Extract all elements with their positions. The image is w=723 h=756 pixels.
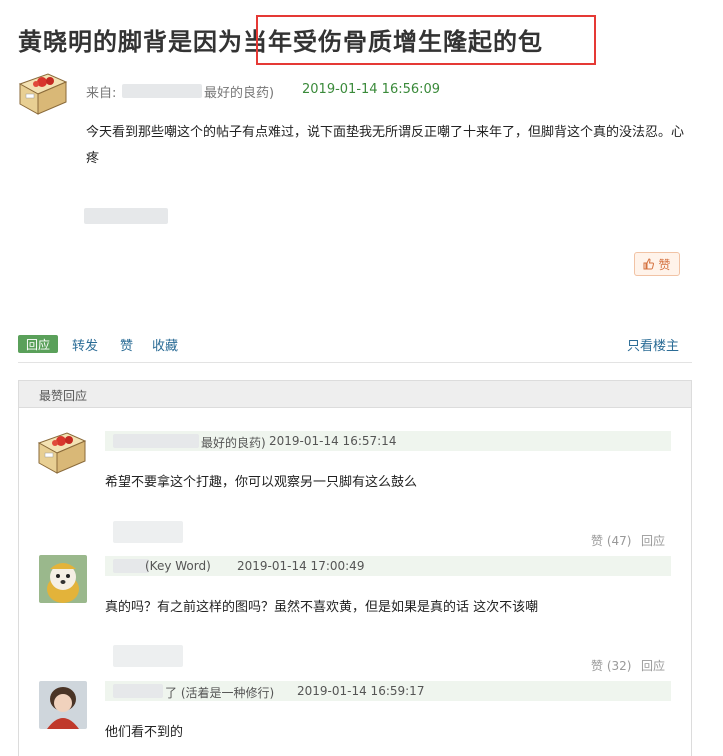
comment-reply-link[interactable]: 回应 <box>641 657 665 674</box>
thumbs-up-icon <box>643 258 655 270</box>
dog-avatar-icon <box>39 555 87 603</box>
comment-likes[interactable]: 赞 (32) <box>591 657 631 674</box>
post-title-prefix: 黄晓明的脚背是因为 <box>18 27 243 56</box>
commenter-name[interactable]: 最好的良药) <box>201 434 266 451</box>
op-avatar[interactable] <box>18 72 68 116</box>
child-avatar-icon <box>39 681 87 729</box>
commenter-avatar[interactable] <box>39 555 87 603</box>
comment-text: 他们看不到的 <box>105 725 184 740</box>
commenter-name[interactable]: 了 (活着是一种修行) <box>165 684 274 701</box>
from-label: 来自: <box>86 86 117 101</box>
forward-link[interactable]: 转发 <box>72 335 98 354</box>
commenter-avatar[interactable] <box>37 431 87 475</box>
reply-button[interactable]: 回应 <box>18 335 58 353</box>
blurred-username <box>113 559 149 573</box>
divider <box>18 362 692 363</box>
commenter-avatar[interactable] <box>39 681 87 729</box>
post-source: 来自: <box>86 82 116 101</box>
hot-replies-panel: 最赞回应 最好的良药) 2019-01-14 16:57:14 希望不要拿这个打… <box>18 380 692 756</box>
post-date: 2019-01-14 16:56:09 <box>302 82 441 97</box>
blurred-username <box>113 434 199 448</box>
title-highlight-box <box>256 15 596 65</box>
hot-replies-header: 最赞回应 <box>19 381 691 408</box>
comment-date: 2019-01-14 16:57:14 <box>269 434 397 448</box>
comment-text: 真的吗？有之前这样的图吗？虽然不喜欢黄，但是如果是真的话 这次不该嘲 <box>105 600 539 615</box>
like-button[interactable]: 赞 <box>634 252 680 276</box>
blurred-username <box>122 84 202 98</box>
fruit-box-icon <box>37 432 87 474</box>
only-op-link[interactable]: 只看楼主 <box>627 335 679 354</box>
source-suffix: 最好的良药) <box>204 86 275 101</box>
post-body: 今天看到那些嘲这个的帖子有点难过，说下面垫我无所谓反正嘲了十来年了，但脚背这个真… <box>86 125 685 166</box>
comment-date: 2019-01-14 17:00:49 <box>237 559 365 573</box>
fruit-box-icon <box>18 73 68 115</box>
blurred-region <box>113 645 183 667</box>
collect-link[interactable]: 收藏 <box>152 335 178 354</box>
blurred-username <box>113 684 163 698</box>
comment-reply-link[interactable]: 回应 <box>641 532 665 549</box>
comment-text: 希望不要拿这个打趣，你可以观察另一只脚有这么鼓么 <box>105 475 418 490</box>
blurred-region <box>113 521 183 543</box>
comment-likes[interactable]: 赞 (47) <box>591 532 631 549</box>
hot-replies-title: 最赞回应 <box>39 389 88 403</box>
like-label: 赞 <box>658 257 671 272</box>
comment-date: 2019-01-14 16:59:17 <box>297 684 425 698</box>
blurred-image-placeholder <box>84 208 168 224</box>
post-action-bar: 回应 转发 赞 收藏 只看楼主 <box>18 334 692 356</box>
like-link[interactable]: 赞 <box>120 335 133 354</box>
commenter-name[interactable]: (Key Word) <box>145 559 211 573</box>
